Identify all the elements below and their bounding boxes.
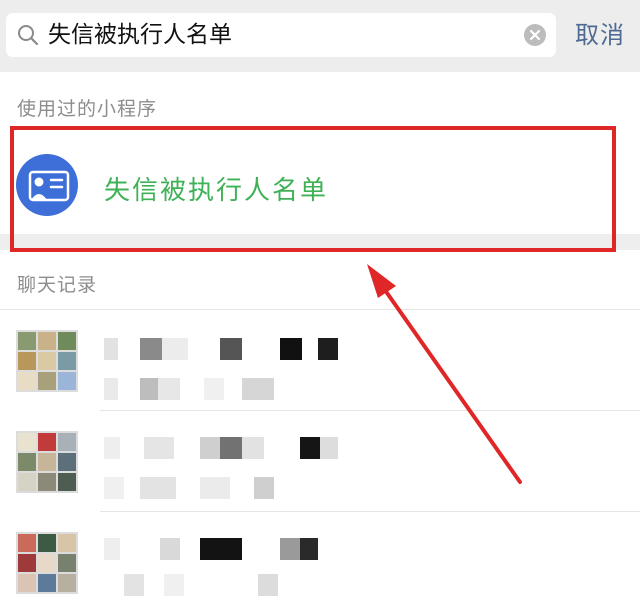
annotation-arrow	[367, 264, 522, 484]
